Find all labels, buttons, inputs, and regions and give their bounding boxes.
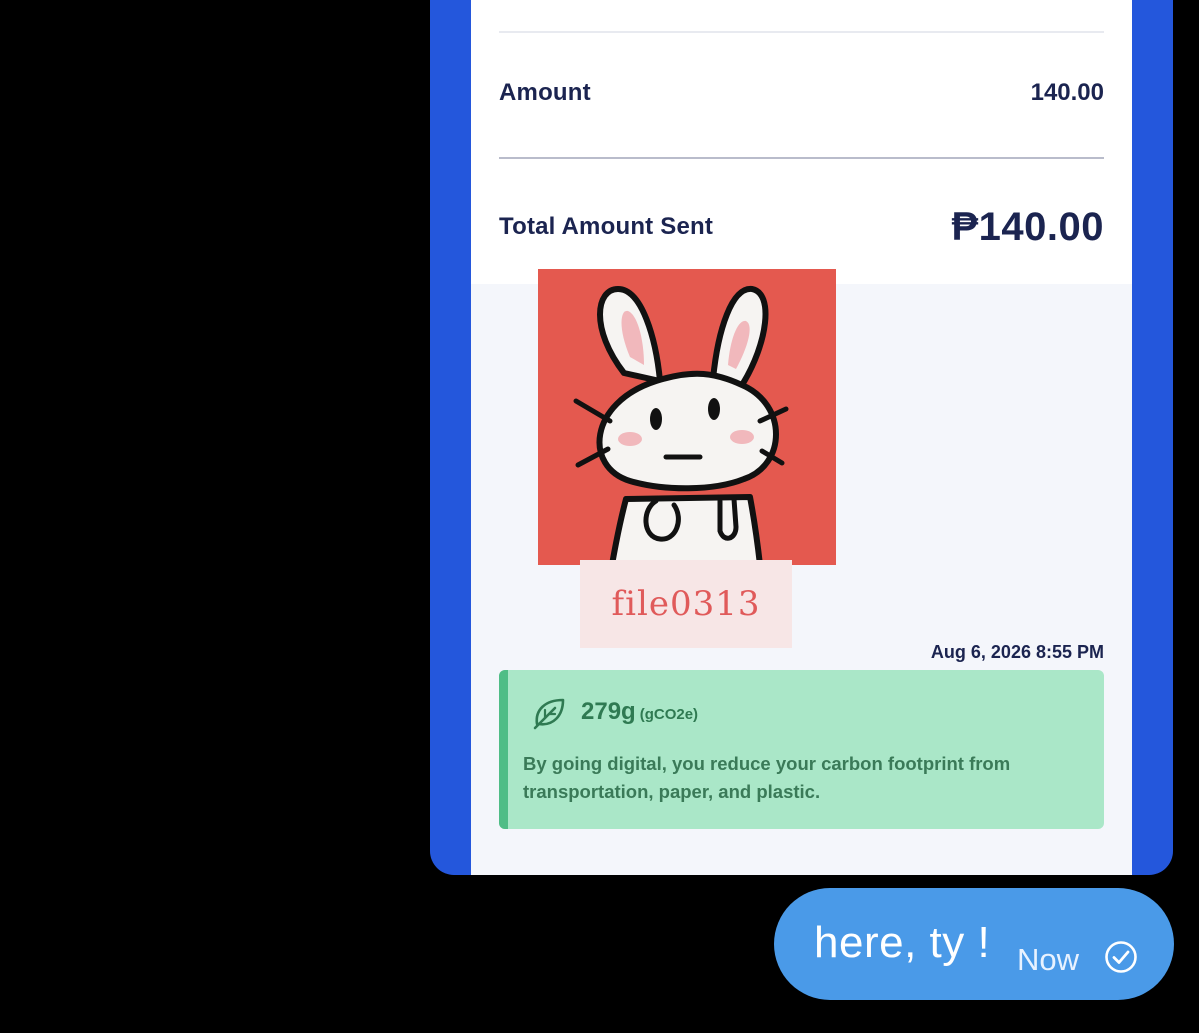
check-circle-icon	[1105, 941, 1137, 973]
receipt-image[interactable]: Amount 140.00 Total Amount Sent ₱140.00 …	[430, 0, 1173, 875]
total-label: Total Amount Sent	[499, 213, 714, 240]
message-text: here, ty !	[814, 918, 991, 967]
chat-screen: Amount 140.00 Total Amount Sent ₱140.00 …	[0, 0, 1199, 1033]
carbon-unit: (gCO2e)	[639, 706, 699, 723]
carbon-footprint-card: 279g (gCO2e) By going digital, you reduce…	[499, 670, 1104, 829]
carbon-accent-bar	[499, 670, 508, 829]
transaction-date: Aug 6, 2026 8:55 PM	[930, 642, 1104, 662]
divider	[499, 31, 1104, 33]
receipt-card: Amount 140.00 Total Amount Sent ₱140.00 …	[471, 0, 1132, 875]
carbon-message: By going digital, you reduce your carbon…	[523, 753, 1011, 802]
amount-value: 140.00	[1030, 79, 1104, 106]
total-value: ₱140.00	[951, 205, 1104, 249]
bunny-icon	[538, 269, 836, 565]
divider	[499, 157, 1104, 159]
message-time: Now	[1017, 942, 1080, 977]
chat-message-bubble[interactable]: here, ty ! Now	[774, 888, 1174, 1000]
carbon-amount: 279g	[581, 698, 636, 725]
bunny-sticker	[538, 269, 836, 565]
leaf-icon	[533, 698, 565, 730]
amount-label: Amount	[499, 79, 591, 106]
receipt-summary: Amount 140.00 Total Amount Sent ₱140.00	[471, 0, 1132, 284]
carbon-value: 279g (gCO2e)	[581, 698, 698, 726]
sticker-caption: file0313	[580, 560, 792, 648]
